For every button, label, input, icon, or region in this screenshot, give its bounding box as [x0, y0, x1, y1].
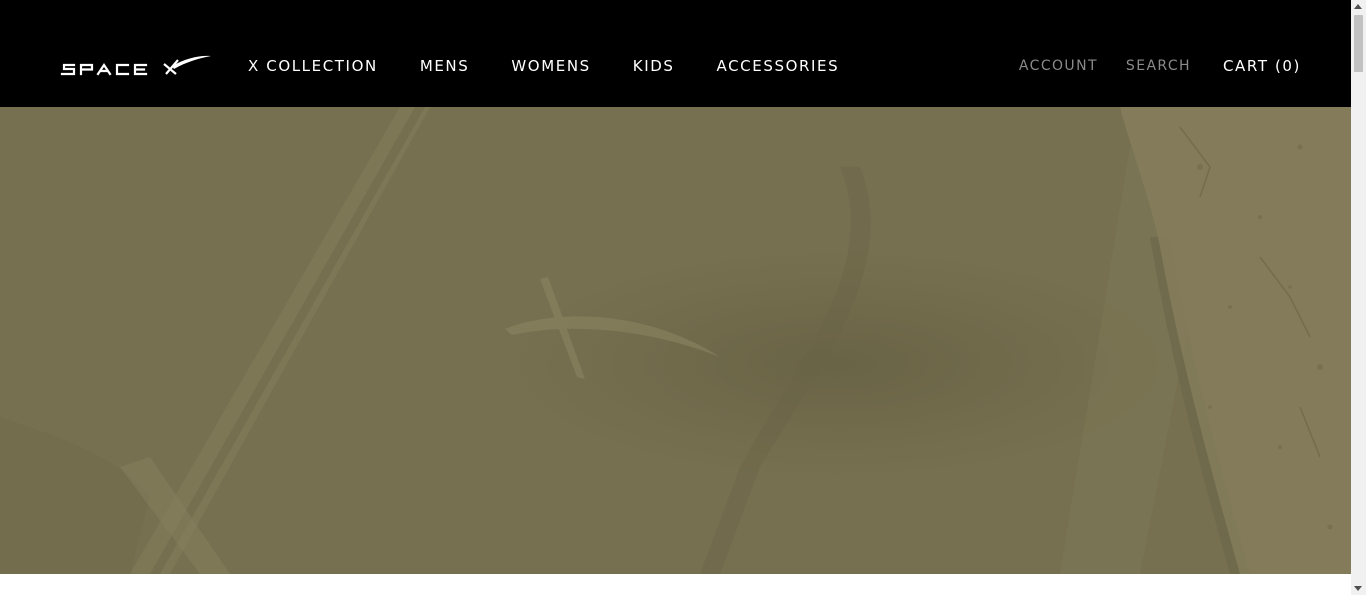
site-header: X COLLECTION MENS WOMENS KIDS ACCESSORIE… [0, 0, 1351, 107]
scroll-thumb[interactable] [1354, 15, 1363, 72]
main-nav: X COLLECTION MENS WOMENS KIDS ACCESSORIE… [248, 56, 839, 76]
search-link[interactable]: SEARCH [1126, 56, 1191, 76]
hero-banner [0, 107, 1351, 574]
nav-item-accessories[interactable]: ACCESSORIES [717, 56, 840, 76]
spacex-logo[interactable] [60, 52, 212, 78]
scroll-down-arrow-icon[interactable] [1354, 586, 1362, 591]
nav-item-mens[interactable]: MENS [420, 56, 470, 76]
account-link[interactable]: ACCOUNT [1019, 56, 1098, 76]
content-below-hero [0, 574, 1351, 595]
nav-item-kids[interactable]: KIDS [633, 56, 675, 76]
cart-link[interactable]: CART (0) [1223, 56, 1301, 76]
scroll-up-arrow-icon[interactable] [1354, 4, 1362, 9]
page: X COLLECTION MENS WOMENS KIDS ACCESSORIE… [0, 0, 1351, 595]
hero-image [0, 107, 1351, 574]
nav-item-womens[interactable]: WOMENS [511, 56, 590, 76]
page-scrollbar[interactable] [1351, 0, 1366, 595]
utility-nav: ACCOUNT SEARCH CART (0) [1019, 56, 1301, 76]
nav-item-x-collection[interactable]: X COLLECTION [248, 56, 378, 76]
